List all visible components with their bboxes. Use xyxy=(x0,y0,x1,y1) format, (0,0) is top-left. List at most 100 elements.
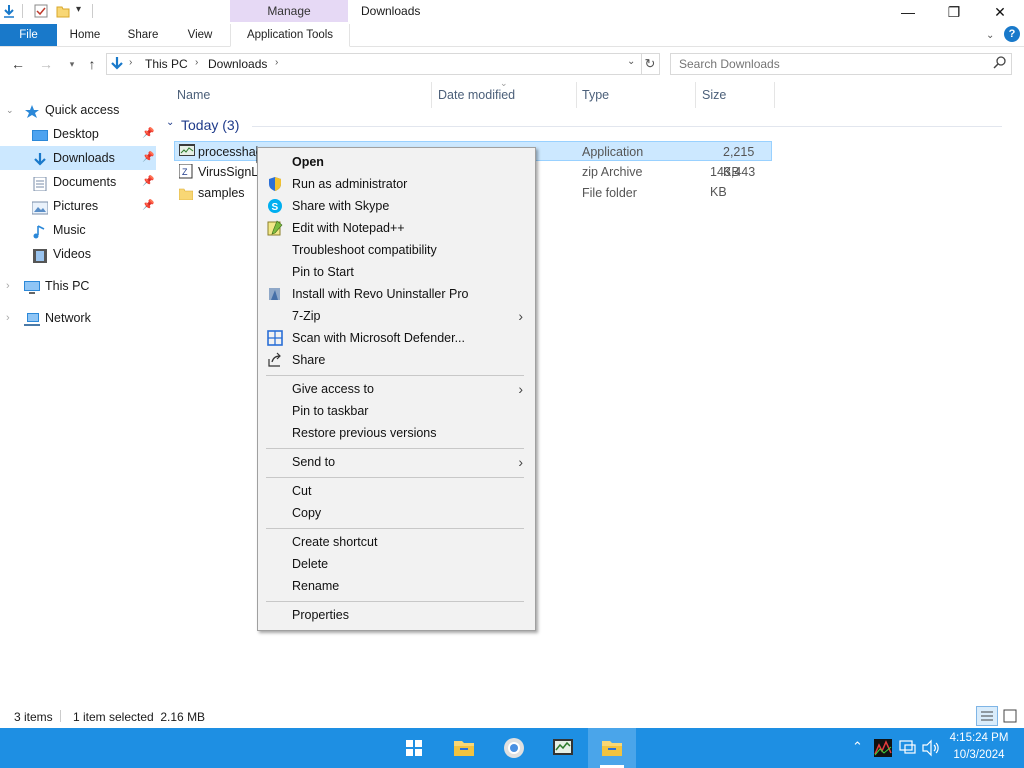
expand-chevron-icon[interactable]: › xyxy=(6,306,10,330)
menu-item-delete[interactable]: Delete xyxy=(260,553,531,575)
close-button[interactable]: ✕ xyxy=(977,0,1023,24)
tab-application-tools[interactable]: Application Tools xyxy=(230,24,350,47)
process-hacker-tray-icon[interactable] xyxy=(874,739,892,760)
column-header-size[interactable]: Size xyxy=(702,88,726,102)
volume-icon[interactable] xyxy=(921,739,941,760)
up-arrow-icon[interactable]: ↑ xyxy=(84,56,100,72)
menu-item-label: Edit with Notepad++ xyxy=(292,221,405,235)
column-header-type[interactable]: Type xyxy=(582,88,609,102)
pin-icon: 📌 xyxy=(142,152,155,163)
title-bar: ▾ Manage Downloads — ❐ ✕ xyxy=(0,0,1024,24)
chrome-icon[interactable] xyxy=(502,736,526,760)
file-explorer-icon[interactable] xyxy=(452,736,476,760)
sidebar-item-downloads[interactable]: Downloads 📌 xyxy=(0,146,156,170)
menu-item-label: Run as administrator xyxy=(292,177,408,191)
help-icon[interactable]: ? xyxy=(1004,26,1020,42)
menu-item-create-shortcut[interactable]: Create shortcut xyxy=(260,531,531,553)
large-icons-view-icon[interactable] xyxy=(1001,707,1019,725)
videos-icon xyxy=(32,247,48,263)
menu-item-7zip[interactable]: 7-Zip › xyxy=(260,305,531,327)
search-box[interactable] xyxy=(670,53,1012,75)
sidebar-item-music[interactable]: Music xyxy=(0,218,156,242)
column-divider[interactable] xyxy=(431,82,432,108)
sidebar-item-desktop[interactable]: Desktop 📌 xyxy=(0,122,156,146)
maximize-button[interactable]: ❐ xyxy=(931,0,977,24)
menu-item-pin-start[interactable]: Pin to Start xyxy=(260,261,531,283)
breadcrumb-downloads[interactable]: Downloads xyxy=(208,57,267,71)
pin-icon: 📌 xyxy=(142,200,155,211)
pictures-icon xyxy=(31,199,49,215)
breadcrumb-this-pc[interactable]: This PC xyxy=(145,57,188,71)
menu-item-restore-versions[interactable]: Restore previous versions xyxy=(260,422,531,444)
download-icon[interactable] xyxy=(2,4,16,18)
properties-icon[interactable] xyxy=(34,4,48,18)
clock-date[interactable]: 10/3/2024 xyxy=(948,749,1010,761)
menu-item-rename[interactable]: Rename xyxy=(260,575,531,597)
menu-item-label: Rename xyxy=(292,579,340,593)
menu-item-properties[interactable]: Properties xyxy=(260,604,531,626)
column-header-date-modified[interactable]: Date modified xyxy=(438,88,515,102)
refresh-button[interactable]: ↻ xyxy=(641,53,660,75)
menu-item-share[interactable]: Share xyxy=(260,349,531,371)
close-icon: ✕ xyxy=(994,4,1006,20)
tab-file[interactable]: File xyxy=(0,24,57,46)
sidebar-item-pictures[interactable]: Pictures 📌 xyxy=(0,194,156,218)
menu-item-share-skype[interactable]: S Share with Skype xyxy=(260,195,531,217)
network-tray-icon[interactable] xyxy=(899,740,917,759)
sidebar-item-videos[interactable]: Videos xyxy=(0,242,156,266)
menu-item-cut[interactable]: Cut xyxy=(260,480,531,502)
group-header-today[interactable]: Today (3) xyxy=(181,117,239,133)
column-divider[interactable] xyxy=(774,82,775,108)
sidebar-item-quick-access[interactable]: ⌄ Quick access xyxy=(0,98,156,122)
search-icon[interactable] xyxy=(993,56,1006,73)
sidebar-item-this-pc[interactable]: › This PC xyxy=(0,274,156,298)
manage-contextual-tab[interactable]: Manage xyxy=(230,0,348,22)
show-hidden-icons-chevron[interactable]: ⌃ xyxy=(852,739,863,755)
back-arrow-icon[interactable]: ← xyxy=(10,56,26,72)
details-view-icon[interactable] xyxy=(976,706,998,726)
menu-item-revo-uninstaller[interactable]: Install with Revo Uninstaller Pro xyxy=(260,283,531,305)
menu-separator xyxy=(266,375,524,376)
menu-separator xyxy=(266,477,524,478)
file-explorer-active-icon[interactable] xyxy=(600,736,624,760)
new-folder-icon[interactable] xyxy=(56,4,70,18)
menu-item-scan-defender[interactable]: Scan with Microsoft Defender... xyxy=(260,327,531,349)
forward-arrow-icon[interactable]: → xyxy=(38,56,54,72)
menu-item-edit-notepad[interactable]: Edit with Notepad++ xyxy=(260,217,531,239)
menu-item-troubleshoot[interactable]: Troubleshoot compatibility xyxy=(260,239,531,261)
menu-item-label: Share with Skype xyxy=(292,199,390,213)
sidebar-item-documents[interactable]: Documents 📌 xyxy=(0,170,156,194)
column-divider[interactable] xyxy=(576,82,577,108)
menu-item-label: Install with Revo Uninstaller Pro xyxy=(292,287,469,301)
menu-item-run-as-admin[interactable]: Run as administrator xyxy=(260,173,531,195)
menu-item-pin-taskbar[interactable]: Pin to taskbar xyxy=(260,400,531,422)
tab-home[interactable]: Home xyxy=(60,24,110,46)
minimize-button[interactable]: — xyxy=(885,0,931,24)
menu-item-send-to[interactable]: Send to › xyxy=(260,451,531,473)
file-type: Application xyxy=(582,145,644,159)
recent-locations-icon[interactable]: ▾ xyxy=(64,56,80,72)
column-header-name[interactable]: Name xyxy=(177,88,210,102)
restore-icon: ❐ xyxy=(947,4,961,20)
file-type: zip Archive xyxy=(582,165,643,179)
address-dropdown-icon[interactable]: ⌄ xyxy=(627,56,635,67)
menu-item-open[interactable]: Open xyxy=(260,151,531,173)
column-divider[interactable] xyxy=(695,82,696,108)
file-type: File folder xyxy=(582,186,637,200)
sidebar-item-network[interactable]: › Network xyxy=(0,306,156,330)
group-collapse-icon[interactable]: ⌄ xyxy=(166,117,174,128)
expand-chevron-icon[interactable]: › xyxy=(6,274,10,298)
collapse-chevron-icon[interactable]: ⌄ xyxy=(6,98,14,122)
tab-view[interactable]: View xyxy=(176,24,224,46)
defender-icon xyxy=(267,330,283,346)
search-input[interactable] xyxy=(677,54,981,74)
process-hacker-icon[interactable] xyxy=(551,736,575,760)
menu-item-copy[interactable]: Copy xyxy=(260,502,531,524)
tab-share[interactable]: Share xyxy=(118,24,168,46)
address-bar[interactable]: › This PC › Downloads › ⌄ xyxy=(106,53,642,75)
menu-item-give-access[interactable]: Give access to › xyxy=(260,378,531,400)
clock-time[interactable]: 4:15:24 PM xyxy=(948,732,1010,744)
expand-ribbon-icon[interactable]: ⌄ xyxy=(986,30,994,41)
qat-dropdown-icon[interactable]: ▾ xyxy=(76,4,81,15)
windows-start-icon[interactable] xyxy=(402,736,426,760)
